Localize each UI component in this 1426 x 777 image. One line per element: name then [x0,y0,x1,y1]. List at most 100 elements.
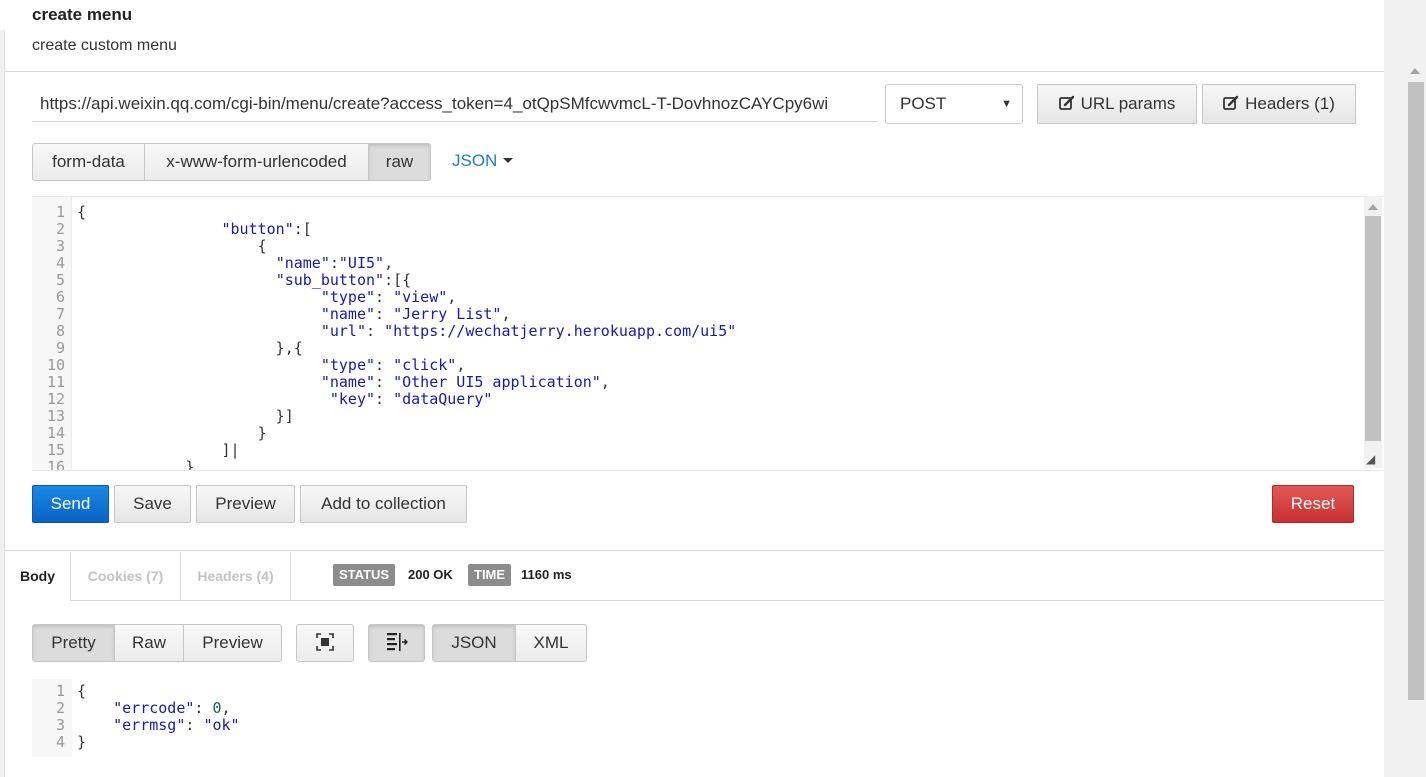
code-line: 5 "sub_button":[{ [32,272,1362,289]
code-line: 9 },{ [32,340,1362,357]
page-subtitle: create custom menu [32,37,177,54]
url-params-label: URL params [1080,94,1176,113]
code-line: 2 "button":[ [32,221,1362,238]
line-number: 3 [55,237,65,255]
line-number: 2 [55,220,65,238]
line-number: 10 [46,356,65,374]
line-text: "name": "Jerry List", [320,305,511,323]
scroll-up-arrow-icon[interactable] [1368,204,1378,210]
status-badge: STATUS [333,564,396,586]
format-xml-button[interactable]: XML [515,624,587,662]
view-preview-button[interactable]: Preview [183,624,282,662]
line-number: 3 [55,716,65,734]
line-text: },{ [77,339,303,357]
save-button[interactable]: Save [114,485,191,523]
time-value: 1160 ms [521,567,572,582]
line-number: 1 [55,682,65,700]
request-body-editor[interactable]: 1{2 "button":[3 {4 "name":"UI5", 5 "sub_b… [32,196,1384,471]
line-text: } [77,458,195,471]
edit-icon [1223,95,1239,110]
code-line: 10 "type": "click", [32,357,1362,374]
code-line: 8 "url": "https://wechatjerry.herokuapp.… [32,323,1362,340]
line-text: "errmsg": "ok" [113,716,240,734]
edit-icon [1058,95,1074,110]
line-text: "errcode": 0, [113,699,231,717]
request-url-input[interactable]: https://api.weixin.qq.com/cgi-bin/menu/c… [32,86,878,122]
tab-x-www-form-urlencoded[interactable]: x-www-form-urlencoded [144,143,369,181]
line-number: 8 [55,322,65,340]
line-number: 16 [46,458,65,471]
response-divider-top [5,550,1384,551]
code-line: 13 }] [32,408,1362,425]
tab-headers[interactable]: Headers (4) [181,552,291,600]
editor-scrollbar-thumb[interactable] [1365,216,1381,441]
response-divider [70,600,1384,601]
tab-cookies[interactable]: Cookies (7) [71,552,181,600]
code-line: 12 "key": "dataQuery" [32,391,1362,408]
raw-format-label: JSON [452,151,498,170]
add-to-collection-button[interactable]: Add to collection [300,485,467,523]
tab-body[interactable]: Body [5,552,71,600]
line-number: 9 [55,339,65,357]
line-text: "type": "view", [320,288,457,306]
format-json-button[interactable]: JSON [432,624,516,662]
line-text: { [77,237,267,255]
send-button[interactable]: Send [32,485,109,523]
line-text: } [77,424,267,442]
headers-button[interactable]: Headers (1) [1202,84,1356,124]
time-badge: TIME [468,564,512,586]
line-number: 12 [46,390,65,408]
resize-handle-icon[interactable]: ◢ [1366,452,1375,466]
caret-down-icon [503,158,514,163]
method-select[interactable]: POST ▼ [885,84,1023,124]
view-pretty-button[interactable]: Pretty [32,624,115,662]
line-number: 15 [46,441,65,459]
raw-format-dropdown[interactable]: JSON [452,151,514,171]
wrap-lines-icon [386,633,408,651]
code-line: 7 "name": "Jerry List", [32,306,1362,323]
line-number: 14 [46,424,65,442]
view-raw-button[interactable]: Raw [114,624,184,662]
line-text: "url": "https://wechatjerry.herokuapp.co… [320,322,737,340]
line-text: "name":"UI5", [275,254,394,272]
wrap-lines-button[interactable] [368,624,425,662]
line-text: "sub_button":[{ [275,271,412,289]
line-number: 7 [55,305,65,323]
reset-button[interactable]: Reset [1272,485,1354,523]
line-number: 11 [46,373,65,391]
line-text: { [77,203,87,221]
tab-form-data[interactable]: form-data [32,143,145,181]
header-divider [5,71,1384,72]
fullscreen-icon [316,633,334,651]
line-text: "type": "click", [320,356,466,374]
response-body-viewer: 1 {2 "errcode": 0, 3 "errmsg": "ok" 4} [32,679,432,757]
line-text: "button":[ [221,220,312,238]
line-text: "name": "Other UI5 application", [320,373,610,391]
tab-raw[interactable]: raw [368,143,431,181]
line-text: ]| [77,441,240,459]
code-line: 1{ [32,204,1362,221]
line-number: 1 [55,203,65,221]
line-number: 4 [55,733,65,751]
url-params-button[interactable]: URL params [1037,84,1197,124]
line-text: { [77,682,87,700]
scroll-up-arrow-icon[interactable] [1410,68,1420,74]
code-line: 15 ]| [32,442,1362,459]
code-line: 6 "type": "view", [32,289,1362,306]
code-line: 11 "name": "Other UI5 application", [32,374,1362,391]
line-number: 5 [55,271,65,289]
line-number: 4 [55,254,65,272]
preview-button[interactable]: Preview [196,485,295,523]
line-text: } [77,733,87,751]
code-line: 16 } [32,459,1362,471]
line-number: 2 [55,699,65,717]
page-left-border [0,30,5,777]
chevron-down-icon: ▼ [1001,98,1012,110]
status-value: 200 OK [408,567,453,582]
line-number: 13 [46,407,65,425]
fullscreen-button[interactable] [296,624,354,662]
page-scrollbar-thumb[interactable] [1408,82,1424,700]
method-select-value: POST [900,94,947,113]
editor-code: 1{2 "button":[3 {4 "name":"UI5", 5 "sub_b… [32,204,1362,471]
code-line: 14 } [32,425,1362,442]
